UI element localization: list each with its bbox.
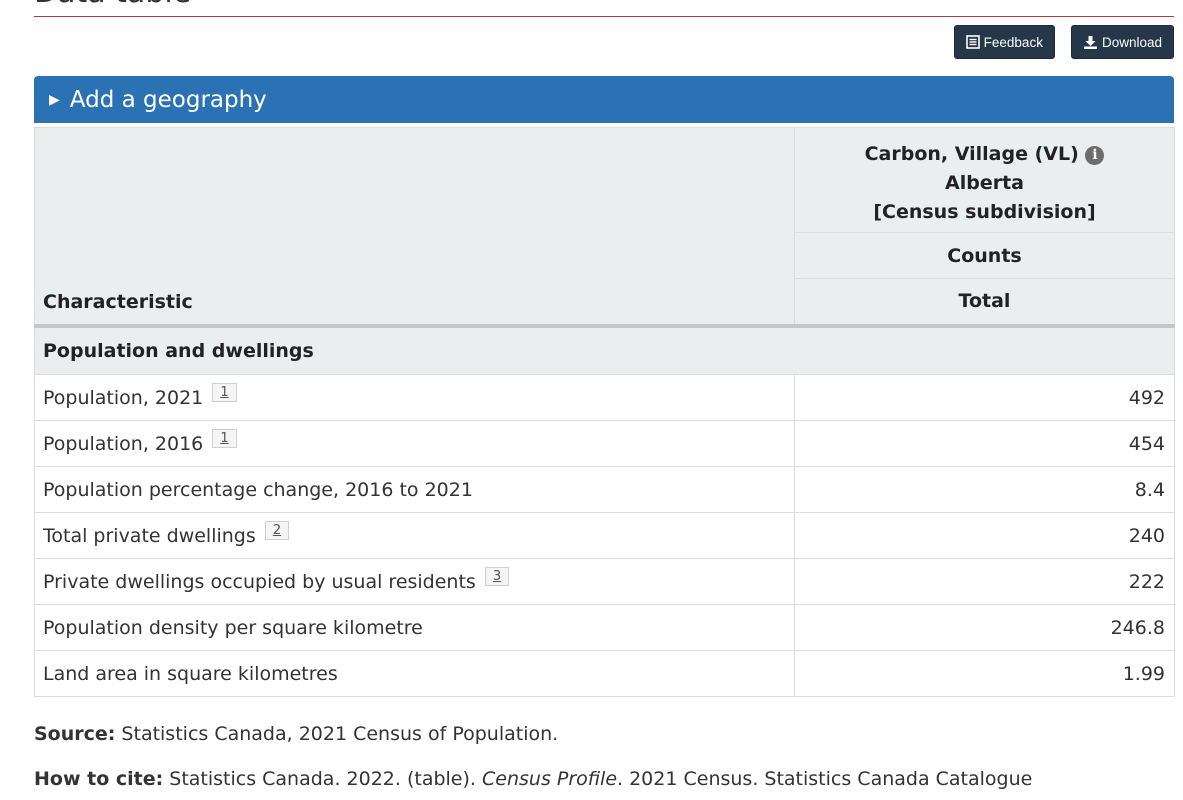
table-row: Total private dwellings 2 240 [34, 512, 1175, 559]
row-value: 246.8 [794, 604, 1175, 651]
geography-header: Carbon, Village (VL) i Alberta [Census s… [794, 127, 1175, 233]
footnote-link[interactable]: 1 [212, 428, 237, 448]
citation-note: How to cite: Statistics Canada. 2022. (t… [34, 768, 1032, 790]
cite-text-1: Statistics Canada. 2022. (table). [163, 768, 482, 790]
row-label: Private dwellings occupied by usual resi… [43, 570, 476, 593]
footnote-link[interactable]: 1 [212, 382, 237, 402]
section-label: Population and dwellings [34, 325, 1175, 375]
source-label: Source: [34, 723, 116, 745]
row-label: Total private dwellings [43, 524, 256, 547]
page-title: Data table [34, 0, 191, 8]
table-row: Private dwellings occupied by usual resi… [34, 558, 1175, 605]
cite-title: Census Profile [482, 768, 618, 790]
row-label: Population, 2016 [43, 432, 204, 455]
add-geography-toggle[interactable]: ▶ Add a geography [34, 76, 1174, 123]
row-label-cell: Private dwellings occupied by usual resi… [34, 558, 795, 605]
row-value: 1.99 [794, 650, 1175, 697]
row-value: 240 [794, 512, 1175, 559]
row-label: Population percentage change, 2016 to 20… [43, 478, 473, 501]
cite-label: How to cite: [34, 768, 164, 790]
total-header: Total [794, 278, 1175, 328]
data-table: Characteristic Carbon, Village (VL) i Al… [34, 127, 1175, 697]
row-label: Population density per square kilometre [43, 616, 423, 639]
row-label-cell: Population, 2021 1 [34, 374, 795, 421]
source-note: Source: Statistics Canada, 2021 Census o… [34, 723, 558, 745]
row-value: 454 [794, 420, 1175, 467]
row-label-cell: Total private dwellings 2 [34, 512, 795, 559]
row-value: 222 [794, 558, 1175, 605]
row-label-cell: Population percentage change, 2016 to 20… [34, 466, 795, 513]
source-text: Statistics Canada, 2021 Census of Popula… [115, 723, 559, 745]
download-icon [1083, 35, 1098, 50]
cite-text-2: . 2021 Census. Statistics Canada Catalog… [617, 768, 1033, 790]
feedback-button[interactable]: Feedback [953, 25, 1055, 59]
counts-header: Counts [794, 232, 1175, 279]
section-row: Population and dwellings [34, 325, 1175, 375]
row-value: 8.4 [794, 466, 1175, 513]
geo-name: Carbon, Village (VL) [864, 142, 1079, 165]
triangle-right-icon: ▶ [49, 91, 60, 108]
heading-divider [34, 16, 1174, 17]
province-name: Alberta [945, 171, 1024, 194]
row-label-cell: Population density per square kilometre [34, 604, 795, 651]
footnote-link[interactable]: 3 [484, 566, 510, 586]
characteristic-header: Characteristic [34, 127, 795, 328]
table-row: Population, 2016 1 454 [34, 420, 1175, 467]
row-label: Population, 2021 [43, 386, 204, 409]
add-geography-label: Add a geography [69, 86, 267, 113]
table-row: Land area in square kilometres 1.99 [34, 650, 1175, 697]
characteristic-header-label: Characteristic [43, 290, 193, 313]
row-label: Land area in square kilometres [43, 662, 338, 685]
download-label: Download [1101, 34, 1162, 50]
row-label-cell: Land area in square kilometres [34, 650, 795, 697]
feedback-label: Feedback [983, 34, 1043, 50]
row-value: 492 [794, 374, 1175, 421]
table-row: Population, 2021 1 492 [34, 374, 1175, 421]
row-label-cell: Population, 2016 1 [34, 420, 795, 467]
table-row: Population density per square kilometre … [34, 604, 1175, 651]
footnote-link[interactable]: 2 [264, 520, 290, 540]
info-icon[interactable]: i [1085, 145, 1105, 165]
table-row: Population percentage change, 2016 to 20… [34, 466, 1175, 513]
list-icon [965, 35, 980, 49]
geo-type: [Census subdivision] [873, 200, 1096, 223]
download-button[interactable]: Download [1070, 25, 1174, 59]
toolbar: Feedback Download [953, 25, 1174, 59]
